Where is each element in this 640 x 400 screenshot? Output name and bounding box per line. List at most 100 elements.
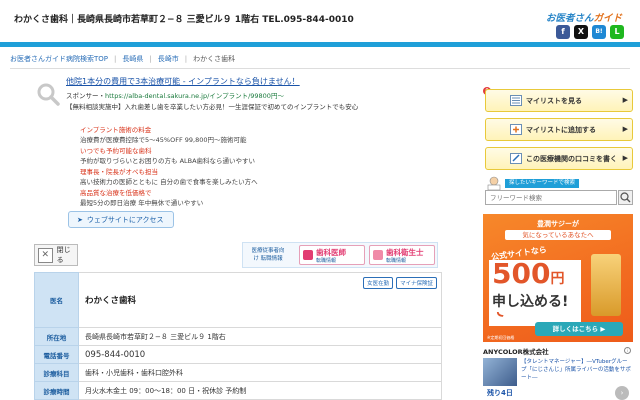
ad-sublink-text: 予約が取りづらいとお困りの方も ALBA歯科なら通いやすい <box>80 157 256 165</box>
banner-note: ※定期初回価格 <box>487 335 515 340</box>
banner-cta-button[interactable]: 詳しくはこちら ▶ <box>535 322 623 336</box>
ad-sponsor-url[interactable]: https://alba-dental.sakura.ne.jp/インプラント/… <box>105 92 284 100</box>
breadcrumb-city-link[interactable]: 長崎市 <box>158 54 179 64</box>
add-mylist-button[interactable]: マイリストに追加する ▶ <box>485 118 633 141</box>
list-icon <box>510 95 522 106</box>
company-description: 【タレントマネージャー】―VTuberグループ「にじさんじ」所属ライバーの活動を… <box>521 359 631 381</box>
job-ad[interactable]: ANYCOLOR株式会社 i 【タレントマネージャー】―VTuberグループ「に… <box>483 346 633 400</box>
breadcrumb-prefecture-link[interactable]: 長崎県 <box>122 54 143 64</box>
label-phone: 電話番号 <box>34 345 79 364</box>
divider <box>10 68 630 69</box>
table-row: 所在地 長崎県長崎市若草町２−８ 三愛ビル９ 1階右 <box>34 327 442 346</box>
view-mylist-label: マイリストを見る <box>526 97 582 105</box>
feature-badges: 女医在勤 マイナ保険証 <box>363 277 437 289</box>
status-badge: マイナ保険証 <box>396 277 437 289</box>
keyword-search-title: 探したいキーワードで検索 <box>505 179 580 188</box>
clinic-address: 長崎県長崎市若草町２−８ 三愛ビル９ 1階右 <box>78 327 442 346</box>
site-header: わかくさ歯科｜長崎県長崎市若草町２−８ 三愛ビル９ 1階右 TEL.095-84… <box>0 0 640 42</box>
company-thumbnail <box>483 358 517 386</box>
clinic-departments[interactable]: 歯科・小児歯科・歯科口腔外科 <box>78 363 442 382</box>
tooth-icon <box>373 250 383 260</box>
banner-top2: 気になっているあなたへ <box>505 230 611 240</box>
status-badge: 女医在勤 <box>363 277 394 289</box>
ad-sponsor-line: スポンサー・https://alba-dental.sakura.ne.jp/イ… <box>66 90 284 100</box>
breadcrumb-separator: | <box>114 55 117 63</box>
keyword-search-input[interactable] <box>485 190 617 205</box>
chevron-right-icon: ▶ <box>622 154 628 162</box>
facebook-share-icon[interactable]: f <box>556 25 570 39</box>
brand-main: お医者さん <box>546 13 594 24</box>
product-bottle-image <box>591 254 621 316</box>
breadcrumb-separator: | <box>149 55 152 63</box>
chevron-right-icon: ▶ <box>622 125 628 133</box>
recruit-dentist-link[interactable]: 歯科医師 転職情報 <box>299 245 365 265</box>
breadcrumb: お医者さんガイド病院検索TOP | 長崎県 | 長崎市 | わかくさ歯科 <box>10 52 235 66</box>
clinic-name: わかくさ歯科 <box>85 296 137 306</box>
ad-sublink-text: 治療費が医療費控除で5〜45%OFF 99,800円〜施術可能 <box>80 136 247 144</box>
ad-sublink-text: 高い技術力の医師とともに 自分の歯で食事を楽しみたい方へ <box>80 178 258 186</box>
search-icon <box>620 192 631 203</box>
recruit-label: 医療従事者向け 転職情報 <box>251 248 285 262</box>
table-row: 診療時間 月火水木金土 09：00〜18：00 日・祝休診 予約制 <box>34 381 442 400</box>
ad-sublink[interactable]: 理事長・院長がオペも担当 高い技術力の医師とともに 自分の歯で食事を楽しみたい方へ <box>80 167 258 187</box>
table-row: 電話番号 095-844-0010 <box>34 345 442 364</box>
ad-description: 【無料相談実施中】入れ歯差し歯を卒業したい方必見！一生涯保証で初めてのインプラン… <box>66 103 359 111</box>
page-title: わかくさ歯科｜長崎県長崎市若草町２−８ 三愛ビル９ 1階右 TEL.095-84… <box>14 15 354 25</box>
doctor-icon <box>487 176 501 190</box>
visit-website-label: ウェブサイトにアクセス <box>86 215 164 224</box>
table-row: 診療科目 歯科・小児歯科・歯科口腔外科 <box>34 363 442 382</box>
ad-sublink[interactable]: いつでも予約可能な歯科 予約が取りづらいとお困りの方も ALBA歯科なら通いやすい <box>80 146 255 166</box>
clinic-phone[interactable]: 095-844-0010 <box>78 345 442 364</box>
ad-sublink[interactable]: インプラント施術の料金 治療費が医療費控除で5〜45%OFF 99,800円〜施術… <box>80 125 247 145</box>
info-icon[interactable]: i <box>624 347 631 354</box>
close-label: 閉じる <box>56 246 71 264</box>
label-name: 医名 <box>34 272 79 328</box>
company-name: ANYCOLOR株式会社 <box>483 348 549 356</box>
recruit-card-sub: 転職情報 <box>386 258 407 264</box>
breadcrumb-top-link[interactable]: お医者さんガイド病院検索TOP <box>10 54 108 64</box>
review-icon <box>510 153 522 164</box>
x-share-icon[interactable]: X <box>574 25 588 39</box>
product-ad-banner[interactable]: 豊潤サジーが 気になっているあなたへ 公式サイトなら 500円で 申し込める! … <box>483 214 633 342</box>
line-share-icon[interactable]: L <box>610 25 624 39</box>
close-button[interactable]: ✕ 閉じる <box>34 244 78 266</box>
brand-logo[interactable]: お医者さんガイド <box>546 10 622 24</box>
add-list-icon <box>510 124 522 135</box>
banner-top: 豊潤サジーが <box>537 220 579 228</box>
ad-sublink[interactable]: 高品質な治療を低価格で 最短5分の即日治療 年中無休で通いやすい <box>80 188 203 208</box>
chevron-right-icon[interactable]: › <box>615 386 629 400</box>
add-mylist-label: マイリストに追加する <box>526 126 596 134</box>
tooth-icon <box>303 250 313 260</box>
ad-sublink-heading[interactable]: いつでも予約可能な歯科 <box>80 146 255 156</box>
label-departments: 診療科目 <box>34 363 79 382</box>
close-icon: ✕ <box>38 247 53 263</box>
brand-accent: ガイド <box>593 13 623 24</box>
label-address: 所在地 <box>34 327 79 346</box>
write-review-label: この医療機関の口コミを書く <box>526 155 617 163</box>
chevron-right-icon: ➤ <box>77 215 83 224</box>
banner-tagline: 申し込める! <box>489 292 581 312</box>
breadcrumb-separator: | <box>184 55 188 63</box>
clinic-hours: 月火水木金土 09：00〜18：00 日・祝休診 予約制 <box>78 381 442 400</box>
recruit-banner: 医療従事者向け 転職情報 歯科医師 転職情報 歯科衛生士 転職情報 <box>242 242 438 268</box>
ad-sublink-heading[interactable]: 高品質な治療を低価格で <box>80 188 203 198</box>
view-mylist-button[interactable]: マイリストを見る ▶ <box>485 89 633 112</box>
write-review-button[interactable]: この医療機関の口コミを書く ▶ <box>485 147 633 170</box>
search-icon <box>37 83 60 106</box>
clinic-name-cell: わかくさ歯科 女医在勤 マイナ保険証 <box>78 272 442 328</box>
ad-sublink-heading[interactable]: インプラント施術の料金 <box>80 125 247 135</box>
recruit-hygienist-link[interactable]: 歯科衛生士 転職情報 <box>369 245 435 265</box>
ad-sponsor-label: スポンサー・ <box>66 92 105 100</box>
clinic-info-table: 医名 わかくさ歯科 女医在勤 マイナ保険証 所在地 長崎県長崎市若草町２−８ 三… <box>34 272 442 400</box>
header-accent-bar <box>0 42 640 47</box>
ad-sublink-heading[interactable]: 理事長・院長がオペも担当 <box>80 167 258 177</box>
sponsored-ad: 他院1本分の費用で3本治療可能 - インプラントなら負けません！ スポンサー・h… <box>36 74 476 234</box>
breadcrumb-current: わかくさ歯科 <box>193 55 236 63</box>
chevron-right-icon: ▶ <box>622 96 628 104</box>
ad-headline-link[interactable]: 他院1本分の費用で3本治療可能 - インプラントなら負けません！ <box>66 76 300 87</box>
hatena-bookmark-icon[interactable]: B! <box>592 25 606 39</box>
visit-website-button[interactable]: ➤ ウェブサイトにアクセス <box>68 211 174 228</box>
table-row: 医名 わかくさ歯科 女医在勤 マイナ保険証 <box>34 272 442 328</box>
ad-sublink-text: 最短5分の即日治療 年中無休で通いやすい <box>80 199 204 207</box>
search-submit-button[interactable] <box>618 190 633 205</box>
